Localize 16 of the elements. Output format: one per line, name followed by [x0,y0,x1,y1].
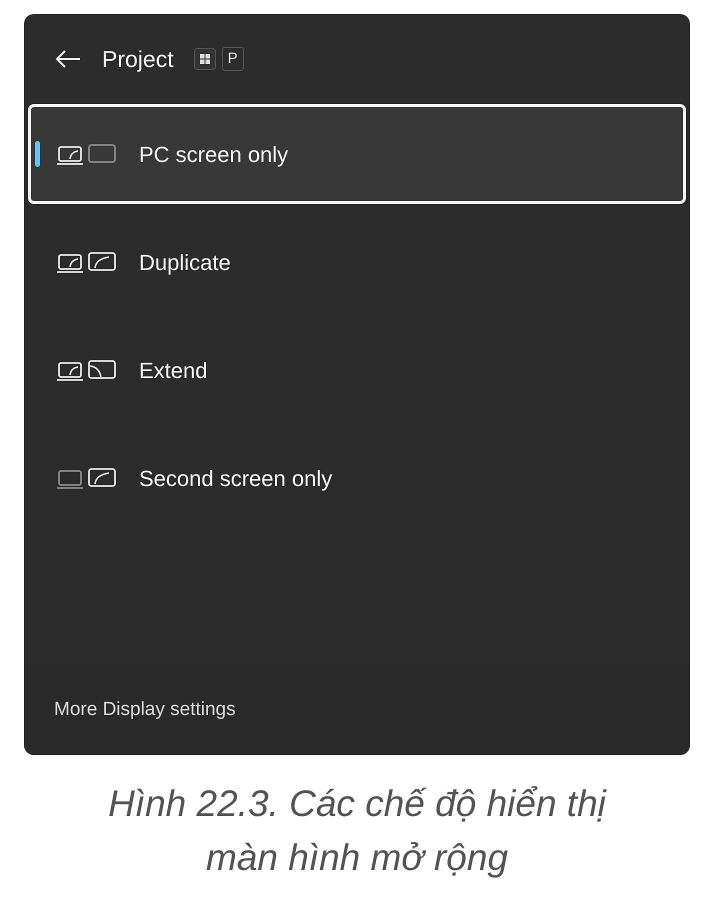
panel-title: Project [102,44,174,74]
laptop-and-monitor-icon [57,250,117,274]
selection-indicator [35,141,40,167]
figure-caption: Hình 22.3. Các chế độ hiển thị [108,782,606,826]
laptop-and-monitor-icon [57,358,117,382]
project-mode-option[interactable]: Second screen only [28,428,686,528]
more-display-settings-link[interactable]: More Display settings [54,696,236,725]
laptop-and-monitor-icon [57,142,117,166]
project-mode-option[interactable]: PC screen only [28,104,686,204]
laptop-and-monitor-icon [57,466,117,490]
figure-caption: màn hình mở rộng [206,836,508,880]
project-mode-option[interactable]: Duplicate [28,212,686,312]
project-mode-option[interactable]: Extend [28,320,686,420]
windows-key-icon [194,48,216,70]
back-arrow-icon[interactable] [54,49,82,69]
key-badge: P [222,47,244,71]
